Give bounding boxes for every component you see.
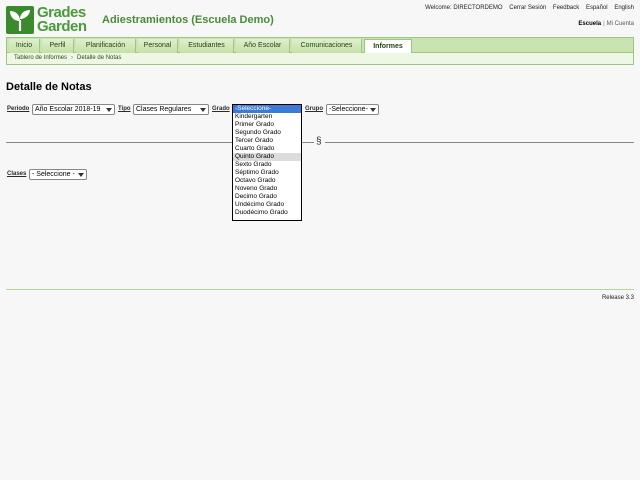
school-title: Adiestramientos (Escuela Demo) <box>102 14 274 26</box>
page-title: Detalle de Notas <box>6 81 92 93</box>
footer-divider <box>6 289 634 290</box>
logo-wordmark: Grades Garden <box>37 5 87 35</box>
grado-option[interactable]: Kindergarten <box>233 113 301 121</box>
grado-option[interactable]: Decimo Grado <box>233 193 301 201</box>
user-context-links: Escuela | Mi Cuenta <box>578 21 634 27</box>
grado-label: Grado <box>212 106 230 112</box>
divider-mid <box>302 142 314 143</box>
my-account-link[interactable]: Mi Cuenta <box>607 21 634 27</box>
logout-link[interactable]: Cerrar Sesión <box>509 5 546 11</box>
tab-estudiantes[interactable]: Estudiantes <box>180 39 234 53</box>
english-link[interactable]: English <box>614 5 634 11</box>
clases-select-value: - Seleccione - <box>32 171 75 178</box>
tab-ano-escolar[interactable]: Año Escolar <box>236 39 290 53</box>
grado-option[interactable]: Cuarto Grado <box>233 145 301 153</box>
welcome-text: Welcome: DIRECTORDEMO <box>425 5 503 11</box>
grado-option[interactable]: Undécimo Grado <box>233 201 301 209</box>
divider-left <box>6 142 232 143</box>
breadcrumb-reports-dashboard[interactable]: Tablero de Informes <box>14 55 67 61</box>
tab-inicio[interactable]: Inicio <box>9 39 40 53</box>
divider-right <box>325 142 634 143</box>
periodo-label: Periodo <box>7 106 30 112</box>
grado-option[interactable]: Primer Grado <box>233 121 301 129</box>
school-link[interactable]: Escuela <box>578 21 601 27</box>
grado-option[interactable]: Tercer Grado <box>233 137 301 145</box>
top-links: Welcome: DIRECTORDEMO Cerrar Sesión Feed… <box>425 5 634 11</box>
chevron-down-icon <box>106 107 112 112</box>
grado-option[interactable]: Quinto Grado <box>233 153 301 161</box>
main-nav: Inicio Perfil Planificación Personal Est… <box>6 37 634 54</box>
chevron-down-icon <box>370 107 376 112</box>
grado-option[interactable]: Duodécimo Grado <box>233 209 301 217</box>
grupo-select-value: -Seleccione- <box>329 106 368 113</box>
grades-garden-logo[interactable]: Grades Garden <box>6 5 94 36</box>
chevron-down-icon <box>200 107 206 112</box>
sprout-logo-icon <box>6 6 34 34</box>
grado-option[interactable]: Séptimo Grado <box>233 169 301 177</box>
section-mark: § <box>316 136 322 147</box>
feedback-link[interactable]: Feedback <box>553 5 579 11</box>
clases-select[interactable]: - Seleccione - <box>29 169 87 180</box>
periodo-select[interactable]: Año Escolar 2018-19 <box>32 104 115 115</box>
release-version: Release 3.3 <box>601 295 634 301</box>
grado-dropdown-list[interactable]: -Seleccione- Kindergarten Primer Grado S… <box>232 104 302 221</box>
tab-perfil[interactable]: Perfil <box>42 39 74 53</box>
chevron-down-icon <box>78 172 84 177</box>
grado-option[interactable]: -Seleccione- <box>233 105 301 113</box>
clases-label: Clases <box>7 171 27 177</box>
tab-personal[interactable]: Personal <box>138 39 178 53</box>
grado-option[interactable]: Octavo Grado <box>233 177 301 185</box>
tab-planificacion[interactable]: Planificación <box>76 39 136 53</box>
grado-option[interactable]: Segundo Grado <box>233 129 301 137</box>
tipo-label: Tipo <box>118 106 131 112</box>
breadcrumb-current: Detalle de Notas <box>77 55 122 61</box>
grupo-select[interactable]: -Seleccione- <box>326 104 379 115</box>
spanish-link[interactable]: Español <box>586 5 608 11</box>
grupo-label: Grupo <box>305 106 323 112</box>
separator: | <box>603 21 605 27</box>
tipo-select-value: Clases Regulares <box>136 106 192 113</box>
tab-informes[interactable]: Informes <box>364 39 412 54</box>
grado-option[interactable]: Sexto Grado <box>233 161 301 169</box>
periodo-select-value: Año Escolar 2018-19 <box>35 106 101 113</box>
logo-line-2: Garden <box>37 18 87 35</box>
breadcrumb: Tablero de Informes › Detalle de Notas <box>6 53 634 65</box>
tipo-select[interactable]: Clases Regulares <box>133 104 209 115</box>
breadcrumb-arrow-icon: › <box>71 55 74 61</box>
tab-comunicaciones[interactable]: Comunicaciones <box>292 39 362 53</box>
grado-option[interactable]: Noveno Grado <box>233 185 301 193</box>
